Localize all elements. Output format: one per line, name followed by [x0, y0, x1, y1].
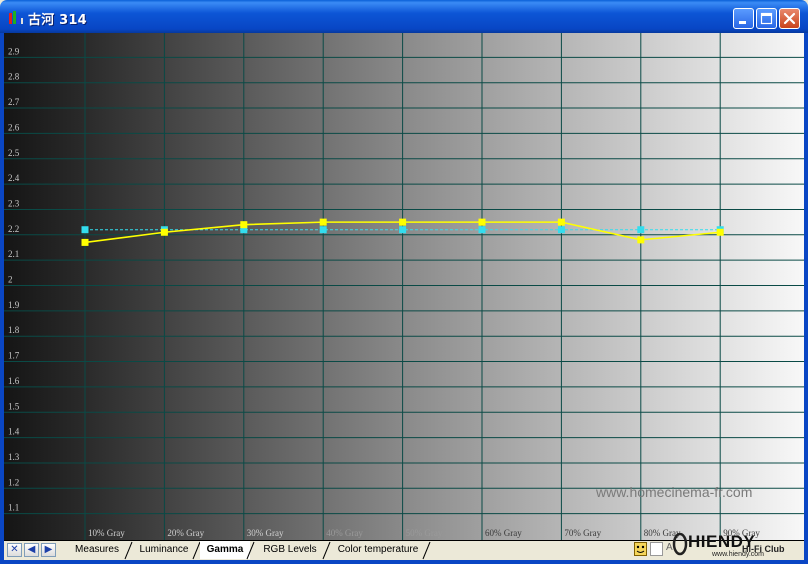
brand-url: www.hiendy.com [712, 551, 765, 558]
reference-gamma-point [478, 226, 486, 234]
title-bar[interactable]: 古河 314 [0, 0, 808, 33]
close-icon [783, 12, 796, 25]
blank-icon [650, 542, 663, 556]
gamma-chart-svg: 1.1 1.2 1.3 1.4 1.5 1.6 1.7 1.8 1.9 2 2.1 2.2 2.3 2.4… [4, 33, 804, 540]
y-tick-label: 2.8 [8, 72, 20, 82]
tab-rgb-levels[interactable]: RGB Levels [254, 541, 326, 559]
arrow-right-icon: ▶ [44, 544, 53, 555]
brand-ring-icon [672, 532, 688, 556]
y-tick-label: 2.4 [8, 173, 20, 183]
x-tick-label: 20% Gray [167, 528, 204, 538]
y-tick-label: 2 [8, 275, 13, 285]
y-tick-label: 2.2 [8, 224, 19, 234]
y-tick-label: 1.2 [8, 477, 19, 487]
reference-gamma-point [81, 226, 89, 234]
y-tick-label: 1.5 [8, 401, 20, 411]
measured-gamma-point [478, 218, 486, 226]
y-tick-label: 1.7 [8, 351, 20, 361]
minimize-button[interactable] [733, 8, 754, 29]
brand-watermark: HIENDY Hi-Fi Club www.hiendy.com [672, 532, 802, 562]
x-tick-label: 30% Gray [247, 528, 284, 538]
y-tick-label: 2.6 [8, 122, 20, 132]
chart-background [4, 33, 804, 540]
maximize-icon [760, 12, 773, 25]
y-tick-label: 1.9 [8, 300, 20, 310]
measured-gamma-point [716, 228, 724, 236]
reference-gamma-point [637, 226, 645, 234]
maximize-button[interactable] [756, 8, 777, 29]
y-tick-label: 2.1 [8, 249, 19, 259]
y-tick-label: 1.8 [8, 325, 20, 335]
close-button[interactable] [779, 8, 800, 29]
measured-gamma-point [637, 236, 645, 244]
tab-luminance[interactable]: Luminance [132, 541, 196, 559]
y-tick-label: 2.3 [8, 198, 20, 208]
x-tick-label: 40% Gray [326, 528, 363, 538]
x-tick-label: 10% Gray [88, 528, 125, 538]
tab-color-temperature[interactable]: Color temperature [330, 541, 426, 559]
reference-gamma-point [319, 226, 327, 234]
x-tick-label: 70% Gray [564, 528, 601, 538]
y-tick-label: 2.9 [8, 46, 20, 56]
y-tick-label: 1.6 [8, 376, 20, 386]
close-icon: ✕ [10, 544, 19, 555]
reference-gamma-point [557, 226, 565, 234]
close-nav-button[interactable]: ✕ [7, 543, 22, 557]
tab-measures[interactable]: Measures [66, 541, 128, 559]
y-tick-label: 1.1 [8, 503, 19, 513]
measured-gamma-point [557, 218, 565, 226]
bar-chart-app-icon [8, 9, 24, 25]
gamma-chart: 1.1 1.2 1.3 1.4 1.5 1.6 1.7 1.8 1.9 2 2.1 2.2 2.3 2.4… [4, 33, 804, 540]
y-tick-label: 2.5 [8, 148, 20, 158]
site-watermark: www.homecinema-fr.com [595, 484, 752, 500]
tab-gamma[interactable]: Gamma [200, 541, 250, 559]
measured-gamma-point [399, 218, 407, 226]
measured-gamma-point [160, 228, 168, 236]
y-tick-label: 2.7 [8, 97, 20, 107]
y-tick-label: 1.3 [8, 452, 20, 462]
measured-gamma-point [240, 221, 248, 229]
x-tick-label: 50% Gray [406, 528, 443, 538]
arrow-left-nav-button[interactable]: ◀ [24, 543, 39, 557]
tab-separator [422, 541, 431, 560]
arrow-right-nav-button[interactable]: ▶ [41, 543, 56, 557]
measured-gamma-point [81, 238, 89, 246]
measured-gamma-point [319, 218, 327, 226]
face-icon [634, 542, 647, 556]
x-tick-label: 60% Gray [485, 528, 522, 538]
reference-gamma-point [399, 226, 407, 234]
minimize-icon [739, 21, 746, 24]
arrow-left-icon: ◀ [27, 544, 36, 555]
window-title: 古河 314 [28, 13, 87, 28]
y-tick-label: 1.4 [8, 427, 20, 437]
